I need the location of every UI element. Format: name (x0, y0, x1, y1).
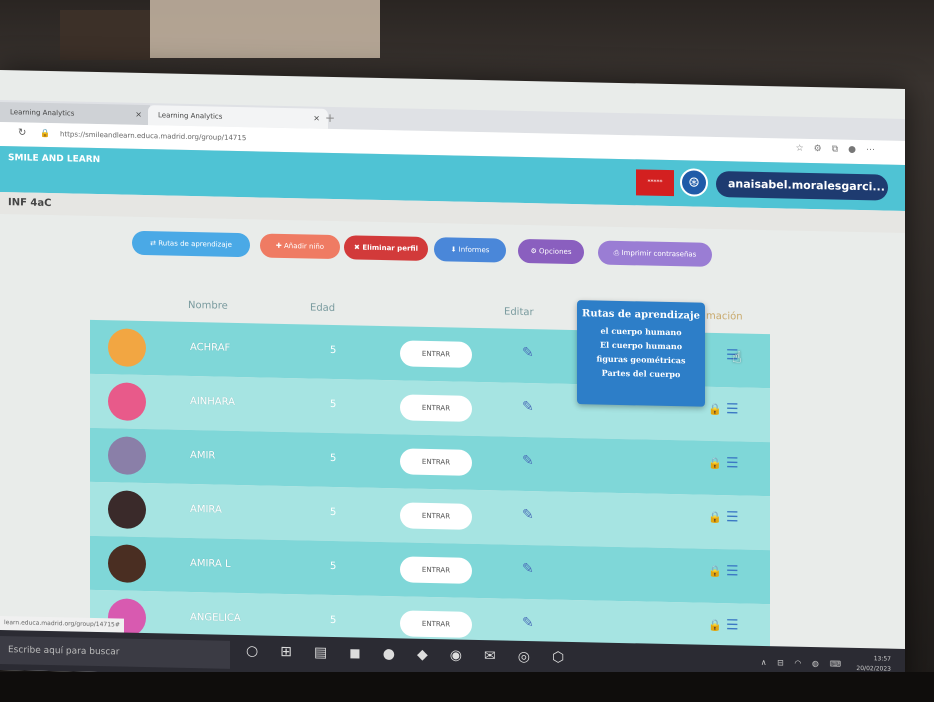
learning-routes-label: Rutas de aprendizaje (158, 239, 232, 249)
add-child-label: Añadir niño (283, 241, 325, 251)
column-header-age: Edad (310, 302, 336, 315)
column-header-name: Nombre (188, 299, 228, 312)
tooltip-item: Partes del cuerpo (601, 367, 681, 380)
system-tray[interactable]: ∧ ⊟ ◠ ◍ ⌨ (761, 658, 845, 669)
routes-list-icon[interactable]: ☰ (726, 617, 739, 633)
delete-profile-button[interactable]: ✖ Eliminar perfil (344, 235, 428, 261)
taskbar-search-input[interactable]: Escribe aquí para buscar (0, 636, 230, 669)
enter-button[interactable]: ENTRAR (400, 502, 472, 530)
room-wall-dark (60, 10, 150, 60)
monitor-bezel (0, 672, 934, 702)
student-name: AMIRA L (190, 557, 231, 570)
student-name: AINHARA (190, 395, 236, 408)
delete-profile-label: Eliminar perfil (362, 243, 418, 253)
enter-button[interactable]: ENTRAR (400, 394, 472, 422)
new-tab-button[interactable]: + (322, 109, 338, 127)
browser-toolbar-icons[interactable]: ☆⚙⧉●⋯ (796, 144, 885, 156)
student-age: 5 (330, 398, 337, 411)
column-header-info: mación (706, 310, 743, 323)
student-name: ANGELICA (190, 611, 241, 625)
student-age: 5 (330, 506, 337, 519)
edit-pencil-icon[interactable]: ✎ (522, 561, 534, 577)
options-label: Opciones (539, 247, 572, 256)
student-age: 5 (330, 344, 337, 357)
routes-list-icon[interactable]: ☰ (726, 455, 739, 471)
room-wall (150, 0, 380, 58)
url-field[interactable]: https://smileandlearn.educa.madrid.org/g… (60, 130, 246, 142)
student-name: AMIR (190, 449, 216, 462)
lock-icon[interactable]: 🔒 (708, 511, 722, 524)
column-header-edit: Editar (504, 306, 534, 319)
student-age: 5 (330, 560, 337, 573)
hand-cursor-icon: ☝ (732, 347, 742, 367)
student-avatar (108, 328, 146, 368)
routes-list-icon[interactable]: ☰ (726, 563, 739, 579)
edit-pencil-icon[interactable]: ✎ (522, 399, 534, 415)
clock-time: 13:57 (873, 655, 891, 663)
user-menu[interactable]: anaisabel.moralesgarci... (716, 170, 888, 201)
smile-and-learn-logo[interactable]: SMILE AND LEARN (8, 153, 100, 165)
tooltip-item: figuras geométricas (596, 353, 686, 366)
padlock-icon[interactable]: 🔒 (40, 129, 50, 138)
tab-label: Learning Analytics (158, 111, 223, 121)
enter-button[interactable]: ENTRAR (400, 610, 472, 638)
learning-routes-tooltip: Rutas de aprendizaje el cuerpo humano El… (577, 300, 705, 407)
print-passwords-button[interactable]: ⎙ Imprimir contraseñas (598, 240, 712, 267)
routes-list-icon[interactable]: ☰ (726, 401, 739, 417)
student-avatar (108, 436, 146, 476)
student-age: 5 (330, 452, 337, 465)
options-button[interactable]: ⚙ Opciones (518, 238, 584, 265)
student-avatar (108, 544, 146, 584)
learning-routes-button[interactable]: ⇄ Rutas de aprendizaje (132, 230, 250, 258)
add-child-button[interactable]: ✚ Añadir niño (260, 233, 340, 260)
routes-list-icon[interactable]: ☰ (726, 509, 739, 525)
tooltip-title: Rutas de aprendizaje (582, 308, 700, 322)
enter-button[interactable]: ENTRAR (400, 448, 472, 476)
enter-button[interactable]: ENTRAR (400, 340, 472, 368)
taskbar-app-icons[interactable]: ○⊞▤◼●◆◉✉◎⬡ (246, 643, 586, 666)
student-avatar (108, 382, 146, 422)
lock-icon[interactable]: 🔒 (708, 403, 722, 416)
student-age: 5 (330, 614, 337, 627)
reports-button[interactable]: ⬇ Informes (434, 237, 506, 263)
tab-close-icon[interactable]: × (135, 105, 142, 125)
edit-pencil-icon[interactable]: ✎ (522, 507, 534, 523)
tab-label: Learning Analytics (10, 108, 75, 118)
edit-pencil-icon[interactable]: ✎ (522, 345, 534, 361)
monitor-screen: –▢✕ Learning Analytics × Learning Analyt… (0, 70, 905, 689)
print-passwords-label: Imprimir contraseñas (621, 249, 697, 259)
student-name: ACHRAF (190, 341, 231, 354)
student-name: AMIRA (190, 503, 222, 516)
tab-close-icon[interactable]: × (313, 109, 320, 129)
reload-icon[interactable]: ↻ (18, 127, 26, 138)
edit-pencil-icon[interactable]: ✎ (522, 615, 534, 631)
reports-label: Informes (458, 245, 490, 255)
enter-button[interactable]: ENTRAR (400, 556, 472, 584)
madrid-flag-icon: ***** (636, 169, 674, 197)
globe-icon[interactable]: ⊛ (680, 168, 708, 197)
lock-icon[interactable]: 🔒 (708, 457, 722, 470)
edit-pencil-icon[interactable]: ✎ (522, 453, 534, 469)
student-avatar (108, 490, 146, 530)
lock-icon[interactable]: 🔒 (708, 619, 722, 632)
lock-icon[interactable]: 🔒 (708, 565, 722, 578)
